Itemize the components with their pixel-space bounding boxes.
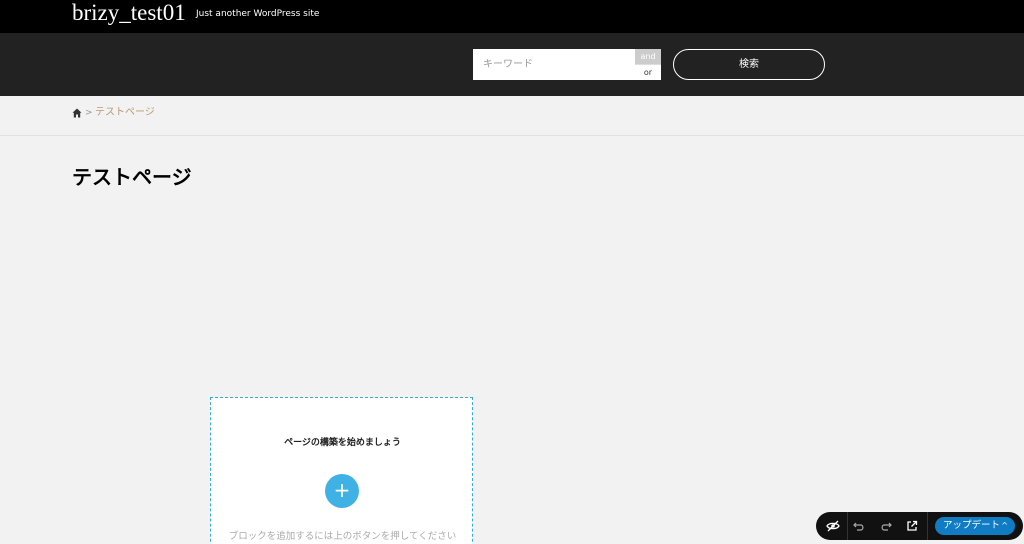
builder-placeholder: ページの構築を始めましょう + ブロックを追加するには上のボタンを押してください	[210, 397, 473, 544]
preview-hide-icon[interactable]	[826, 519, 840, 533]
breadcrumb-current: テストページ	[95, 107, 155, 118]
site-title[interactable]: brizy_test01	[72, 0, 186, 26]
search-button[interactable]: 検索	[673, 49, 825, 80]
builder-heading: ページの構築を始めましょう	[284, 438, 401, 448]
page-title: テストページ	[72, 167, 192, 189]
undo-icon[interactable]	[852, 519, 866, 533]
toolbar-divider	[927, 512, 928, 540]
external-link-icon[interactable]	[905, 519, 919, 533]
breadcrumb: > テストページ	[0, 96, 1024, 136]
site-tagline: Just another WordPress site	[196, 9, 320, 19]
update-button-label: アップデート	[943, 520, 1001, 531]
site-header: brizy_test01 Just another WordPress site	[0, 0, 1024, 33]
chevron-up-icon[interactable]: ^	[1001, 517, 1008, 535]
update-button[interactable]: アップデート ^	[935, 517, 1015, 535]
search-and-toggle[interactable]: and	[635, 49, 661, 64]
search-or-toggle[interactable]: or	[635, 64, 661, 80]
redo-icon[interactable]	[879, 519, 893, 533]
breadcrumb-separator: >	[85, 108, 93, 118]
search-input[interactable]	[473, 49, 635, 80]
builder-hint: ブロックを追加するには上のボタンを押してください	[228, 531, 457, 542]
add-block-button[interactable]: +	[325, 474, 359, 508]
toolbar-divider	[847, 512, 848, 540]
home-icon[interactable]	[72, 108, 82, 118]
